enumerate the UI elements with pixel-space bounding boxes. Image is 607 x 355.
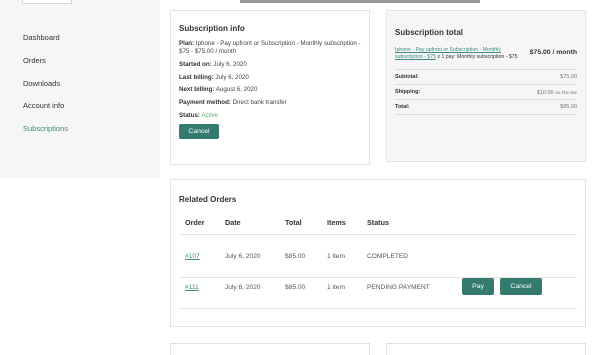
account-nav: Dashboard Orders Downloads Account info … bbox=[23, 33, 68, 147]
started-label: Started on: bbox=[179, 60, 212, 68]
subtotal-row: Subtotal: $75.00 bbox=[395, 70, 577, 85]
status-row: Status: Active bbox=[179, 112, 361, 120]
plan-row: Plan: Iphone - Pay upfront or Subscripti… bbox=[179, 40, 361, 56]
column-header-order: Order bbox=[185, 218, 205, 227]
order-items: 1 item bbox=[327, 284, 345, 291]
shipping-row: Shipping: $10.00 via Flat rate bbox=[395, 85, 577, 100]
orders-table-header: Order Date Total Items Status bbox=[179, 217, 577, 235]
payment-method-row: Payment method: Direct bank transfer bbox=[179, 99, 361, 107]
last-billing-row: Last billing: July 6, 2020 bbox=[179, 74, 361, 82]
status-label: Status: bbox=[179, 111, 200, 119]
subscription-total-card: Subscription total Iphone - Pay upfront … bbox=[386, 10, 586, 162]
shipping-label: Shipping: bbox=[395, 88, 421, 95]
sidebar-item-account-info[interactable]: Account info bbox=[23, 101, 68, 124]
subscription-info-card: Subscription info Plan: Iphone - Pay upf… bbox=[170, 10, 370, 165]
subtotal-value: $75.00 bbox=[560, 73, 577, 80]
order-status: PENDING PAYMENT bbox=[367, 284, 430, 291]
table-row: #111 July 6, 2020 $85.00 1 item PENDING … bbox=[179, 267, 577, 309]
last-billing-value: July 6, 2020 bbox=[215, 73, 249, 81]
next-card-right bbox=[386, 343, 586, 355]
subscription-total-title: Subscription total bbox=[395, 28, 463, 37]
logo-image bbox=[22, 0, 72, 4]
order-total: $85.00 bbox=[285, 284, 306, 291]
column-header-status: Status bbox=[367, 218, 389, 227]
shipping-method: via Flat rate bbox=[555, 89, 577, 95]
line-item-quantity: x 1 pay: Monthly subscription - $75 bbox=[437, 53, 518, 60]
account-sidebar: Dashboard Orders Downloads Account info … bbox=[0, 0, 160, 178]
last-billing-label: Last billing: bbox=[179, 73, 214, 81]
total-label: Total: bbox=[395, 103, 410, 110]
related-orders-card: Related Orders Order Date Total Items St… bbox=[170, 179, 586, 327]
status-badge: Active bbox=[201, 111, 219, 119]
total-row: Total: $85.00 bbox=[395, 100, 577, 115]
column-header-items: Items bbox=[327, 218, 346, 227]
plan-value: Iphone - Pay upfront or Subscription - M… bbox=[179, 40, 361, 56]
sidebar-item-orders[interactable]: Orders bbox=[23, 56, 68, 79]
total-value: $85.00 bbox=[560, 103, 577, 110]
line-item-description: Iphone - Pay upfront or Subscription - M… bbox=[395, 47, 530, 61]
started-value: July 6, 2020 bbox=[213, 60, 247, 68]
page-heading-fragment bbox=[240, 0, 480, 3]
sidebar-item-dashboard[interactable]: Dashboard bbox=[23, 33, 68, 56]
payment-method-value: Direct bank transfer bbox=[232, 99, 287, 107]
line-item-price: $75.00 / month bbox=[529, 49, 577, 57]
column-header-total: Total bbox=[285, 218, 302, 227]
cancel-subscription-button[interactable]: Cancel bbox=[179, 123, 219, 139]
cancel-order-button[interactable]: Cancel bbox=[500, 278, 542, 295]
order-actions: Pay Cancel bbox=[462, 278, 542, 295]
order-link[interactable]: #107 bbox=[185, 253, 200, 260]
pay-button[interactable]: Pay bbox=[462, 278, 494, 295]
subscription-info-title: Subscription info bbox=[179, 24, 245, 33]
order-link[interactable]: #111 bbox=[185, 284, 199, 291]
shipping-amount: $10.00 bbox=[536, 89, 554, 96]
sidebar-item-subscriptions[interactable]: Subscriptions bbox=[23, 124, 68, 147]
payment-method-label: Payment method: bbox=[179, 99, 231, 107]
column-header-date: Date bbox=[225, 218, 241, 227]
next-billing-row: Next billing: August 6, 2020 bbox=[179, 86, 361, 94]
sidebar-item-downloads[interactable]: Downloads bbox=[23, 79, 68, 102]
started-row: Started on: July 6, 2020 bbox=[179, 61, 361, 69]
order-number: #111 bbox=[185, 267, 199, 309]
subtotal-label: Subtotal: bbox=[395, 73, 419, 80]
related-orders-title: Related Orders bbox=[179, 195, 237, 204]
next-billing-label: Next billing: bbox=[179, 86, 215, 94]
next-card-left bbox=[170, 343, 370, 355]
total-line-item: Iphone - Pay upfront or Subscription - M… bbox=[395, 47, 577, 70]
order-date: July 6, 2020 bbox=[225, 284, 261, 291]
next-billing-value: August 6, 2020 bbox=[215, 86, 258, 94]
plan-label: Plan: bbox=[179, 40, 195, 47]
shipping-value: $10.00 via Flat rate bbox=[537, 85, 577, 99]
